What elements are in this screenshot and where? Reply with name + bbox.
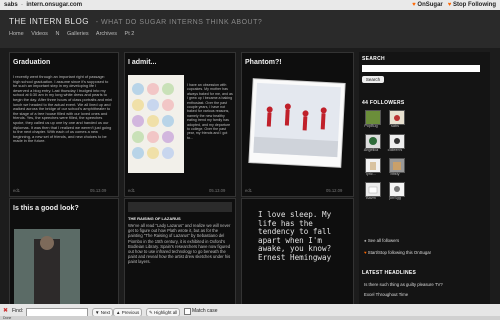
avatar-jonsgg[interactable] (389, 182, 405, 197)
people-icon: ● (364, 238, 367, 243)
follower-name[interactable]: colleen's (383, 148, 407, 152)
avatar-popbug[interactable] (365, 110, 381, 125)
followers-heading: 44 FOLLOWERS (362, 100, 405, 106)
blog-header: THE INTERN BLOG - WHAT DO SUGAR INTERNS … (0, 10, 500, 48)
nav-archives[interactable]: Archives (96, 31, 117, 37)
blog-tagline: WHAT DO SUGAR INTERNS THINK ABOUT? (100, 19, 263, 26)
follower-name[interactable]: Bavm (359, 196, 383, 200)
post-card-good-look[interactable]: Is this a good look? (9, 198, 119, 306)
find-label: Find: (12, 308, 24, 314)
match-case-checkbox[interactable] (184, 308, 191, 315)
avatar-colleen[interactable] (389, 134, 405, 149)
avatar-bbsty[interactable] (389, 158, 405, 173)
follower-name[interactable]: Angelica (359, 148, 383, 152)
stop-following-link[interactable]: Stop Following (453, 2, 496, 8)
sidebar: SEARCH Search 44 FOLLOWERS PopBug sabs A… (359, 52, 490, 304)
post-author[interactable]: ed1 (245, 188, 252, 193)
post-excerpt: We've all read "Lady Lazarus" and realiz… (128, 223, 231, 265)
lazarus-thumbnail[interactable] (128, 202, 232, 212)
status-bar: Done (0, 316, 500, 320)
post-card-phantom[interactable]: Phantom?! ed1 05.12.09 (241, 52, 354, 197)
avatar-bavm[interactable] (365, 182, 381, 197)
brand-heart-icon: ♥ (412, 2, 416, 8)
highlight-icon: ✎ (149, 310, 153, 315)
headline-item[interactable]: Excel Throughout Time (364, 292, 408, 297)
post-title[interactable]: Phantom?! (245, 59, 282, 66)
post-card-lazarus[interactable]: THE RAISING OF LAZARUS We've all read "L… (124, 198, 236, 306)
stop-following-icon: ♥ (447, 2, 452, 8)
post-author[interactable]: ed1 (128, 188, 135, 193)
follower-name[interactable]: PopBug (359, 124, 383, 128)
post-title[interactable]: I admit... (128, 59, 156, 66)
post-author[interactable]: ed1 (13, 188, 20, 193)
follower-name[interactable]: sabs (383, 124, 407, 128)
post-title[interactable]: Graduation (13, 59, 50, 66)
see-all-followers-link[interactable]: ● See all followers (364, 238, 399, 243)
nav-n[interactable]: N (55, 31, 59, 37)
search-heading: SEARCH (362, 56, 385, 62)
nav-home[interactable]: Home (9, 31, 24, 37)
site-url[interactable]: intern.onsugar.com (26, 2, 82, 8)
search-input[interactable] (362, 65, 480, 72)
post-title[interactable]: THE RAISING OF LAZARUS (128, 216, 181, 221)
post-date: 05.12.09 (326, 188, 343, 193)
nav-videos[interactable]: Videos (31, 31, 48, 37)
post-card-i-admit[interactable]: I admit... I have an obsession with cupc… (124, 52, 236, 197)
avatar-sabs[interactable] (389, 110, 405, 125)
start-stop-following-link[interactable]: ♥ Start/Stop following this OnSugar (364, 250, 431, 255)
arrow-down-icon: ▼ (95, 310, 100, 315)
post-excerpt: I recently went through an important rig… (13, 75, 113, 144)
fashion-photo[interactable] (14, 229, 80, 305)
avatar-angelica[interactable] (365, 134, 381, 149)
browser-topbar: sabs · intern.onsugar.com ♥ OnSugar ♥ St… (0, 0, 500, 10)
nav-pt2[interactable]: Pt 2 (125, 31, 135, 37)
blog-nav: Home Videos N Galleries Archives Pt 2 (9, 31, 140, 37)
brand-link[interactable]: OnSugar (417, 2, 442, 8)
post-date: 05.13.09 (209, 188, 226, 193)
blog-title[interactable]: THE INTERN BLOG - WHAT DO SUGAR INTERNS … (9, 17, 262, 26)
post-card-graduation[interactable]: Graduation I recently went through an im… (9, 52, 119, 197)
post-card-quote[interactable]: I love sleep. My life has the tendency t… (241, 198, 354, 306)
headline-item[interactable]: Is there such thing as guilty pleasure T… (364, 282, 443, 287)
post-quote: I love sleep. My life has the tendency t… (258, 211, 332, 262)
post-excerpt: I have an obsession with cupcakes. My mo… (187, 83, 233, 140)
match-case-label: Match case (192, 308, 218, 314)
arrow-up-icon: ▲ (116, 310, 121, 315)
cupcakes-image[interactable] (128, 75, 184, 173)
post-date: 05.13.09 (90, 188, 107, 193)
heart-icon: ♥ (364, 250, 367, 255)
follower-name[interactable]: lyric... (359, 172, 383, 176)
post-title[interactable]: Is this a good look? (13, 205, 79, 212)
avatar-lyric[interactable] (365, 158, 381, 173)
user-name[interactable]: sabs (4, 2, 18, 8)
follower-name[interactable]: jonSgg (383, 196, 407, 200)
ballet-photo[interactable] (247, 73, 347, 173)
search-button[interactable]: Search (362, 76, 384, 83)
follower-name[interactable]: bbsty (383, 172, 407, 176)
status-text: Done (3, 316, 12, 320)
nav-galleries[interactable]: Galleries (67, 31, 89, 37)
find-close-icon[interactable]: ✖ (3, 307, 8, 314)
latest-headlines-heading: LATEST HEADLINES (362, 270, 417, 276)
